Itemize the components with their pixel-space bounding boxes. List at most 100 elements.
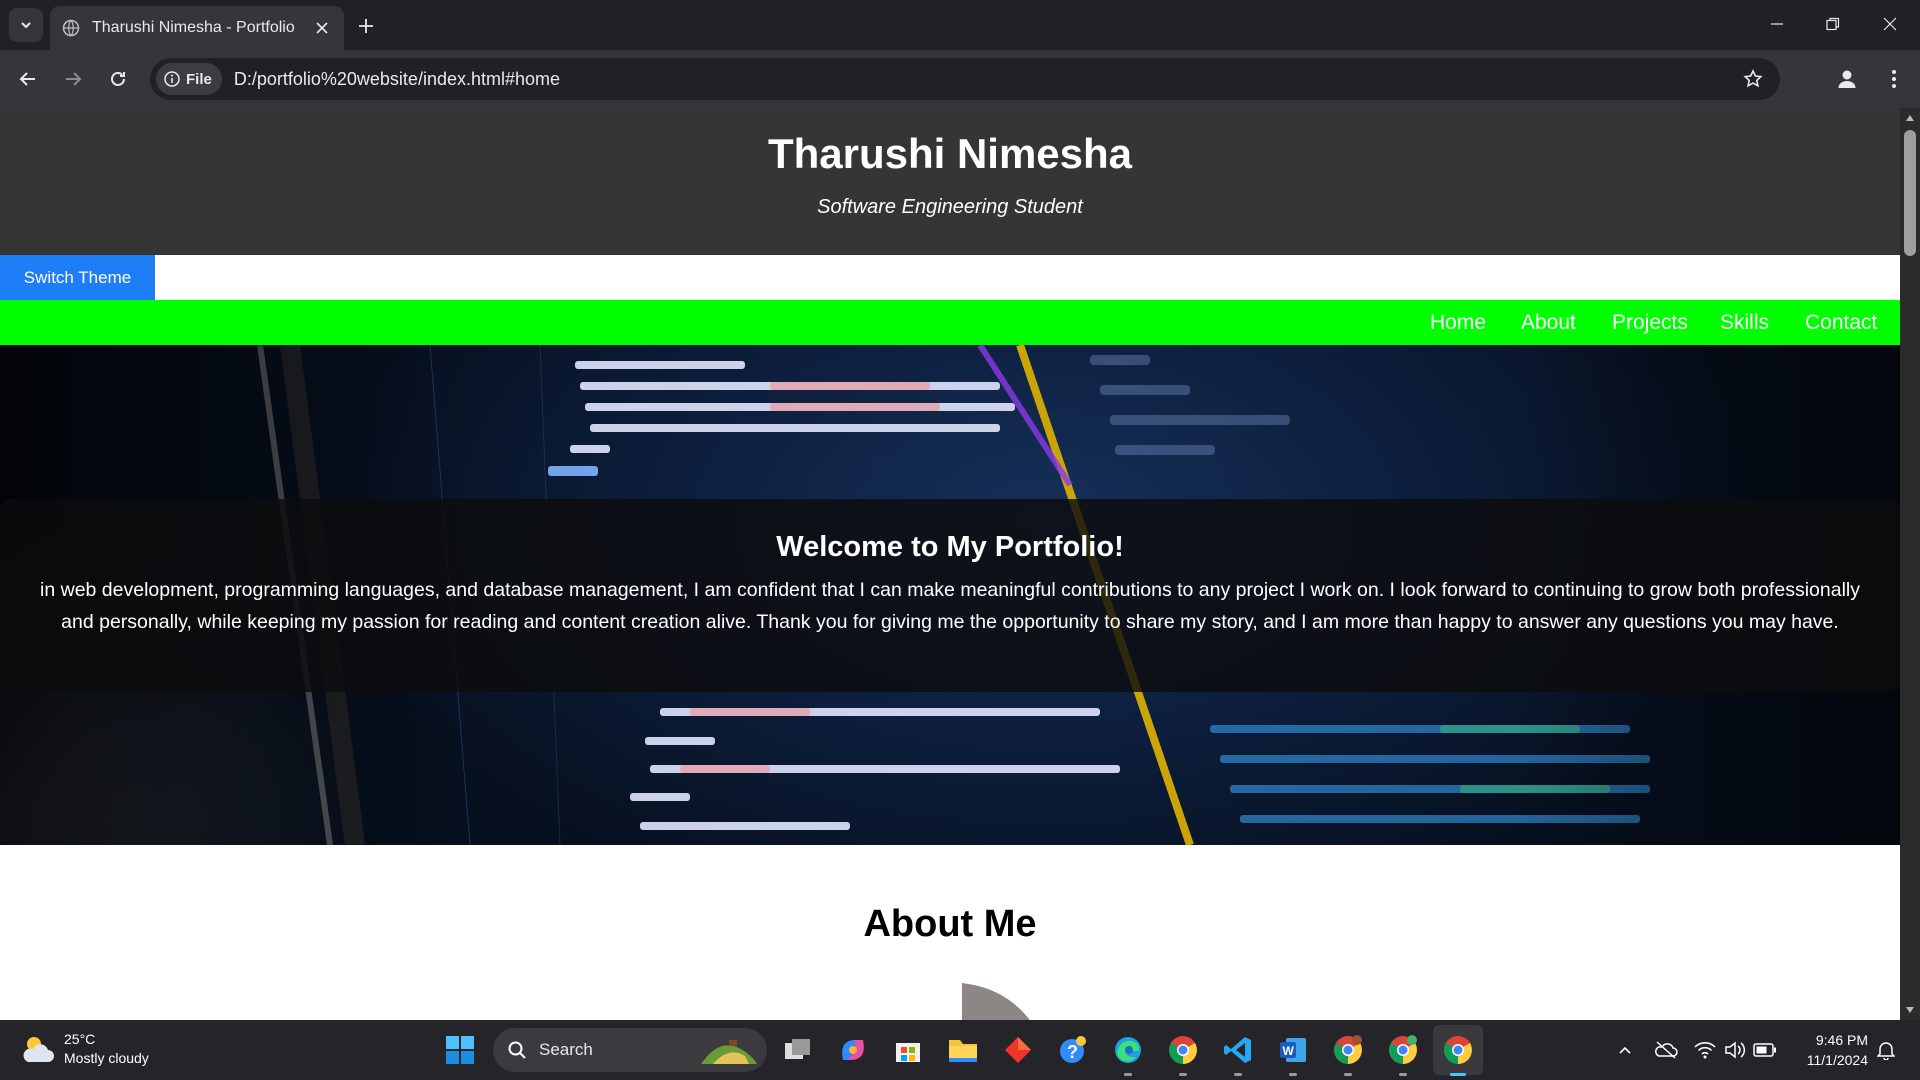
browser-tab-active[interactable]: Tharushi Nimesha - Portfolio — [50, 6, 344, 50]
browser-tab-strip: Tharushi Nimesha - Portfolio — [0, 0, 1920, 50]
hero-text: in web development, programming language… — [40, 579, 1860, 633]
person-icon — [1838, 70, 1856, 88]
restore-icon — [1826, 17, 1840, 31]
task-view-icon — [785, 1039, 810, 1059]
speaker-icon — [1725, 1041, 1746, 1059]
switch-theme-button[interactable]: Switch Theme — [0, 255, 155, 300]
help-app[interactable]: ? — [1055, 1032, 1091, 1068]
help-icon: ? — [1060, 1036, 1086, 1063]
wifi-icon — [1694, 1042, 1716, 1059]
search-icon — [508, 1041, 526, 1059]
chrome-icon — [1169, 1036, 1197, 1064]
chrome-app-2[interactable] — [1330, 1032, 1366, 1076]
minimize-button[interactable] — [1765, 12, 1789, 36]
theme-bar: Switch Theme — [0, 255, 1900, 300]
arrow-left-icon — [19, 72, 35, 86]
site-subtitle: Software Engineering Student — [817, 196, 1083, 218]
clock-date: 11/1/2024 — [1806, 1052, 1868, 1068]
star-icon — [1743, 69, 1763, 88]
volume-tray[interactable] — [1723, 1038, 1747, 1062]
browser-toolbar: File D:/portfolio%20website/index.html#h… — [0, 50, 1920, 108]
tab-close-button[interactable] — [312, 18, 332, 38]
triangle-down-icon — [1906, 1007, 1914, 1013]
task-view-button[interactable] — [780, 1032, 816, 1068]
chrome-app-1[interactable] — [1165, 1032, 1201, 1076]
profile-button[interactable] — [1832, 64, 1862, 94]
vscode-app[interactable] — [1220, 1032, 1256, 1076]
folder-icon — [949, 1040, 977, 1062]
back-button[interactable] — [14, 65, 42, 93]
svg-text:W: W — [1283, 1044, 1295, 1058]
nav-contact-link[interactable]: Contact — [1805, 311, 1877, 335]
nav-projects-link[interactable]: Projects — [1612, 311, 1688, 335]
hero-title: Welcome to My Portfolio! — [776, 531, 1124, 563]
file-explorer-app[interactable] — [945, 1032, 981, 1068]
copilot-app[interactable] — [835, 1032, 871, 1068]
scroll-thumb[interactable] — [1904, 130, 1916, 256]
scroll-up-button[interactable] — [1900, 108, 1920, 128]
git-app[interactable] — [1000, 1032, 1036, 1068]
site-info-chip[interactable]: File — [156, 63, 222, 95]
chrome-icon — [1444, 1036, 1472, 1064]
browser-menu-button[interactable] — [1880, 64, 1908, 94]
edge-icon — [1115, 1037, 1141, 1063]
site-chip-label: File — [186, 70, 212, 88]
arrow-right-icon — [66, 72, 82, 86]
running-indicator — [1399, 1073, 1407, 1076]
page-viewport: Tharushi Nimesha Software Engineering St… — [0, 108, 1900, 1020]
close-icon — [316, 22, 328, 34]
nav-about-link[interactable]: About — [1521, 311, 1576, 335]
scroll-down-button[interactable] — [1900, 1000, 1920, 1020]
more-vertical-icon — [1892, 70, 1896, 88]
weather-desc: Mostly cloudy — [64, 1050, 149, 1066]
globe-icon — [62, 19, 80, 37]
main-nav: Home About Projects Skills Contact — [0, 300, 1900, 345]
hero-section: Welcome to My Portfolio! in web developm… — [0, 345, 1900, 845]
svg-text:?: ? — [1067, 1042, 1078, 1062]
wifi-tray[interactable] — [1693, 1038, 1717, 1062]
address-bar[interactable]: File D:/portfolio%20website/index.html#h… — [150, 58, 1780, 100]
running-indicator — [1179, 1073, 1187, 1076]
windows-taskbar: 25°C Mostly cloudy Search ? W 9:46 PM 11… — [0, 1020, 1920, 1080]
show-hidden-icons-button[interactable] — [1613, 1038, 1637, 1062]
about-title: About Me — [863, 903, 1037, 945]
page-scrollbar[interactable] — [1900, 108, 1920, 1020]
reload-button[interactable] — [104, 65, 132, 93]
running-indicator — [1344, 1073, 1352, 1076]
nav-skills-link[interactable]: Skills — [1720, 311, 1769, 335]
battery-tray[interactable] — [1753, 1038, 1777, 1062]
forward-button[interactable] — [59, 65, 87, 93]
chrome-app-active[interactable] — [1440, 1032, 1476, 1076]
restore-button[interactable] — [1821, 12, 1845, 36]
windows-start-icon[interactable] — [444, 1034, 476, 1066]
site-header: Tharushi Nimesha Software Engineering St… — [0, 108, 1900, 255]
clock-time: 9:46 PM — [1815, 1032, 1868, 1048]
chrome-app-3[interactable] — [1385, 1032, 1421, 1076]
bookmark-star-button[interactable] — [1738, 64, 1768, 94]
taskbar-search[interactable]: Search — [493, 1028, 767, 1072]
nav-home-link[interactable]: Home — [1430, 311, 1486, 335]
running-indicator — [1289, 1073, 1297, 1076]
url-text[interactable]: D:/portfolio%20website/index.html#home — [234, 69, 1738, 90]
taskbar-clock[interactable]: 9:46 PM 11/1/2024 — [1776, 1030, 1868, 1070]
minimize-icon — [1771, 23, 1783, 25]
tab-search-button[interactable] — [9, 8, 43, 42]
notifications-button[interactable] — [1874, 1038, 1898, 1062]
onedrive-tray[interactable] — [1654, 1038, 1678, 1062]
site-title: Tharushi Nimesha — [767, 130, 1133, 177]
chevron-up-icon — [1619, 1046, 1631, 1054]
chrome-icon — [1334, 1035, 1362, 1064]
new-tab-button[interactable] — [353, 13, 379, 39]
search-highlight-icon — [701, 1040, 757, 1064]
active-indicator — [1450, 1073, 1466, 1076]
microsoft-store-app[interactable] — [890, 1032, 926, 1068]
close-window-button[interactable] — [1878, 12, 1902, 36]
word-app[interactable]: W — [1275, 1032, 1311, 1076]
word-icon: W — [1280, 1038, 1306, 1062]
plus-icon — [359, 19, 373, 33]
copilot-icon — [842, 1040, 864, 1060]
weather-temp: 25°C — [64, 1031, 96, 1047]
weather-widget[interactable]: 25°C Mostly cloudy — [20, 1030, 149, 1068]
hero-overlay: Welcome to My Portfolio! in web developm… — [0, 499, 1900, 692]
edge-app[interactable] — [1110, 1032, 1146, 1076]
